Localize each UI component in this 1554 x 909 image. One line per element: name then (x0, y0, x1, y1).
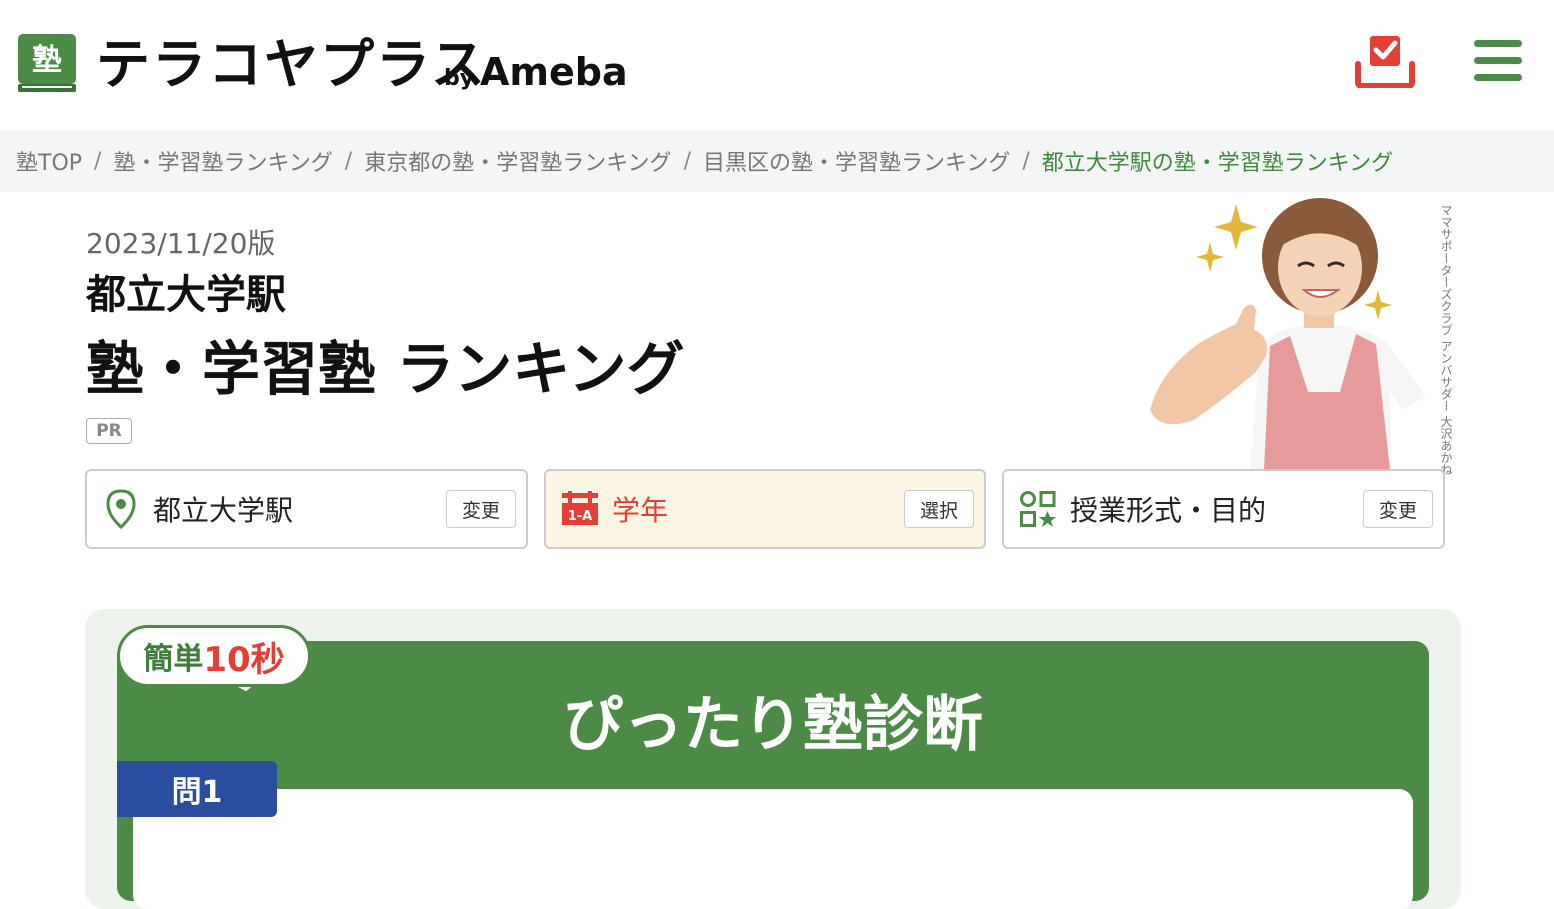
purpose-filter-label: 授業形式・目的 (1070, 494, 1267, 527)
breadcrumb-item-top[interactable]: 塾TOP (16, 145, 82, 177)
question-number-label: 問1 (117, 761, 277, 817)
location-filter-label: 都立大学駅 (153, 494, 294, 527)
site-header: 塾 テラコヤプラス by Ameba (0, 0, 1554, 130)
page-title: 塾・学習塾 ランキング (86, 335, 685, 403)
breadcrumb-item-tokyo[interactable]: 東京都の塾・学習塾ランキング (364, 145, 671, 177)
purpose-filter[interactable]: 授業形式・目的 変更 (1002, 469, 1445, 549)
pr-badge: PR (86, 418, 132, 444)
logo-by: by (444, 66, 475, 91)
diagnosis-question-card (133, 789, 1413, 909)
breadcrumb-item-current: 都立大学駅の塾・学習塾ランキング (1041, 151, 1394, 176)
breadcrumb-separator: / (94, 148, 102, 174)
bubble-text-easy: 簡単 (143, 642, 204, 677)
grade-filter-label: 学年 (612, 494, 669, 527)
station-name: 都立大学駅 (86, 272, 286, 318)
saved-list-icon[interactable] (1354, 34, 1416, 89)
change-purpose-button[interactable]: 変更 (1363, 490, 1433, 528)
svg-text:1-A: 1-A (568, 509, 593, 524)
select-grade-button[interactable]: 選択 (904, 490, 974, 528)
logo-icon[interactable]: 塾 (18, 34, 76, 92)
map-pin-icon (99, 487, 143, 531)
bubble-text-seconds: 10秒 (203, 639, 285, 680)
category-icon (1016, 487, 1060, 531)
breadcrumb-separator: / (1022, 148, 1030, 174)
breadcrumb-separator: / (344, 148, 353, 174)
change-location-button[interactable]: 変更 (446, 490, 516, 528)
location-filter[interactable]: 都立大学駅 変更 (85, 469, 528, 549)
logo-ameba: Ameba (480, 50, 628, 94)
logo-text[interactable]: テラコヤプラス (96, 34, 487, 96)
breadcrumb: 塾TOP / 塾・学習塾ランキング / 東京都の塾・学習塾ランキング / 目黒区… (0, 130, 1554, 192)
ambassador-photo (1140, 196, 1460, 470)
breadcrumb-separator: / (683, 148, 691, 174)
breadcrumb-item-meguro[interactable]: 目黒区の塾・学習塾ランキング (703, 145, 1010, 177)
ambassador-caption: ママサポーターズクラブ アンバサダー 大沢あかね (1439, 204, 1453, 476)
hamburger-menu-icon[interactable] (1474, 40, 1522, 82)
grade-sign-icon: 1-A (558, 487, 602, 531)
svg-text:塾: 塾 (32, 43, 62, 78)
grade-filter[interactable]: 1-A 学年 選択 (544, 469, 986, 549)
ranking-date: 2023/11/20版 (86, 227, 276, 260)
speech-bubble: 簡単 10秒 (117, 625, 311, 687)
diagnosis-title: ぴったり塾診断 (563, 690, 983, 760)
breadcrumb-item-ranking[interactable]: 塾・学習塾ランキング (113, 145, 332, 177)
